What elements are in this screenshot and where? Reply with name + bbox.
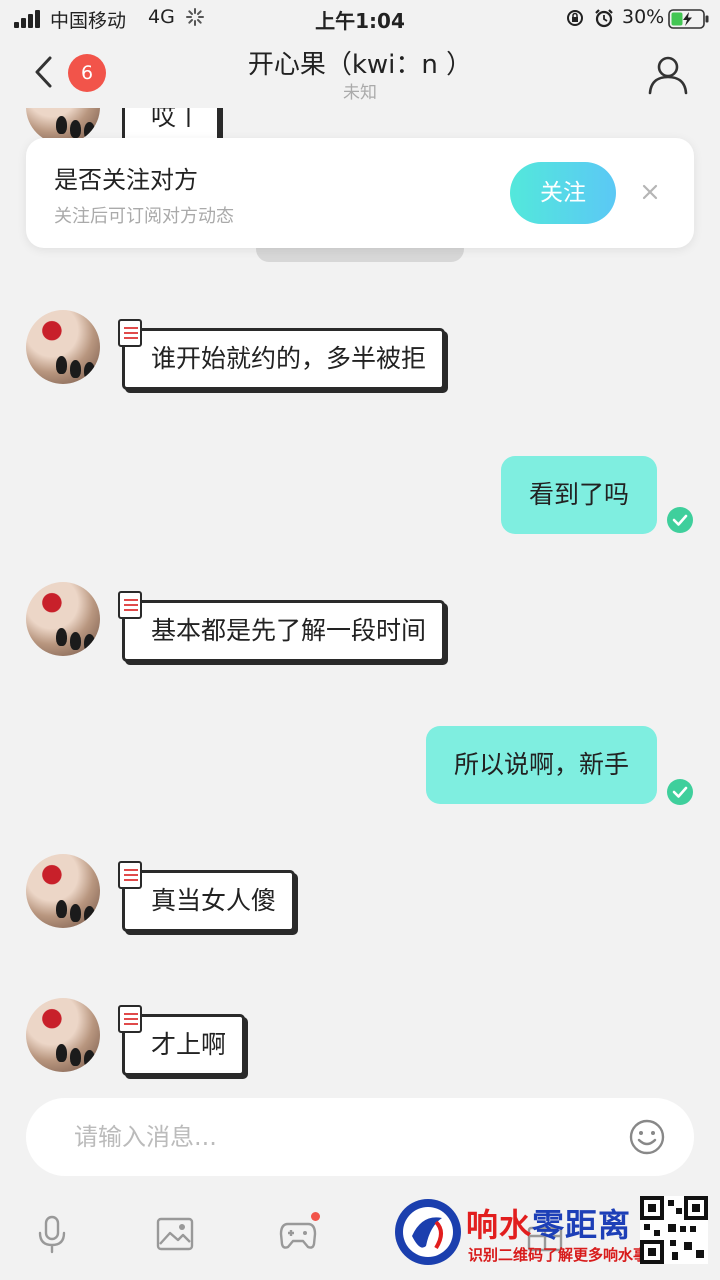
message-text: 所以说啊，新手 (453, 750, 629, 779)
message-text: 才上啊 (151, 1030, 227, 1059)
memo-icon (118, 591, 142, 619)
avatar[interactable] (26, 854, 100, 928)
incoming-message[interactable]: 基本都是先了解一段时间 (118, 591, 446, 662)
status-bar: 中国移动 4G 上午1:04 30% (0, 0, 720, 38)
microphone-icon[interactable] (32, 1214, 72, 1254)
avatar[interactable] (26, 310, 100, 384)
follow-button[interactable]: 关注 (510, 162, 616, 224)
battery-percent: 30% (622, 6, 665, 28)
watermark-banner: 响水零距离 识别二维码了解更多响水事 (388, 1192, 720, 1280)
chat-header: 6 开心果（kwi：n ） 未知 (0, 38, 720, 108)
memo-icon (118, 319, 142, 347)
incoming-message[interactable]: 真当女人傻 (118, 861, 296, 932)
incoming-message[interactable]: 谁开始就约的，多半被拒 (118, 319, 446, 390)
battery-icon (668, 9, 709, 29)
rotation-lock-icon (567, 10, 583, 26)
watermark-title: 响水零距离 (466, 1206, 632, 1244)
image-icon[interactable] (155, 1214, 195, 1254)
message-text: 谁开始就约的，多半被拒 (151, 344, 427, 373)
message-input[interactable] (74, 1098, 614, 1176)
read-check-icon (667, 779, 693, 805)
message-input-bar (26, 1098, 694, 1176)
smile-icon[interactable] (628, 1118, 666, 1156)
outgoing-message[interactable]: 所以说啊，新手 (425, 726, 657, 804)
avatar[interactable] (26, 582, 100, 656)
follow-prompt-subtitle: 关注后可订阅对方动态 (54, 206, 234, 227)
user-icon[interactable] (646, 52, 690, 96)
follow-prompt-title: 是否关注对方 (54, 166, 198, 194)
watermark-subtitle: 识别二维码了解更多响水事 (468, 1246, 649, 1264)
memo-icon (118, 1005, 142, 1033)
chat-title: 开心果（kwi：n ） (247, 50, 473, 80)
memo-icon (118, 861, 142, 889)
message-list[interactable]: 哎丨 谁开始就约的，多半被拒 看到了吗 基本都是先了解一段时间 所以说啊，新手 … (0, 108, 720, 1090)
alarm-icon (595, 9, 613, 28)
read-check-icon (667, 507, 693, 533)
outgoing-message[interactable]: 看到了吗 (500, 456, 657, 534)
qr-code-icon (640, 1196, 708, 1264)
message-text: 基本都是先了解一段时间 (151, 616, 427, 645)
watermark-logo-icon (395, 1199, 461, 1265)
incoming-message[interactable]: 才上啊 (118, 1005, 246, 1076)
notification-dot (311, 1212, 320, 1221)
message-text: 真当女人傻 (151, 886, 277, 915)
close-icon[interactable] (640, 182, 660, 202)
message-text: 哎丨 (151, 108, 202, 131)
chat-subtitle: 未知 (343, 83, 377, 103)
avatar[interactable] (26, 998, 100, 1072)
follow-prompt: 是否关注对方 关注后可订阅对方动态 关注 (26, 138, 694, 248)
message-text: 看到了吗 (528, 480, 629, 509)
